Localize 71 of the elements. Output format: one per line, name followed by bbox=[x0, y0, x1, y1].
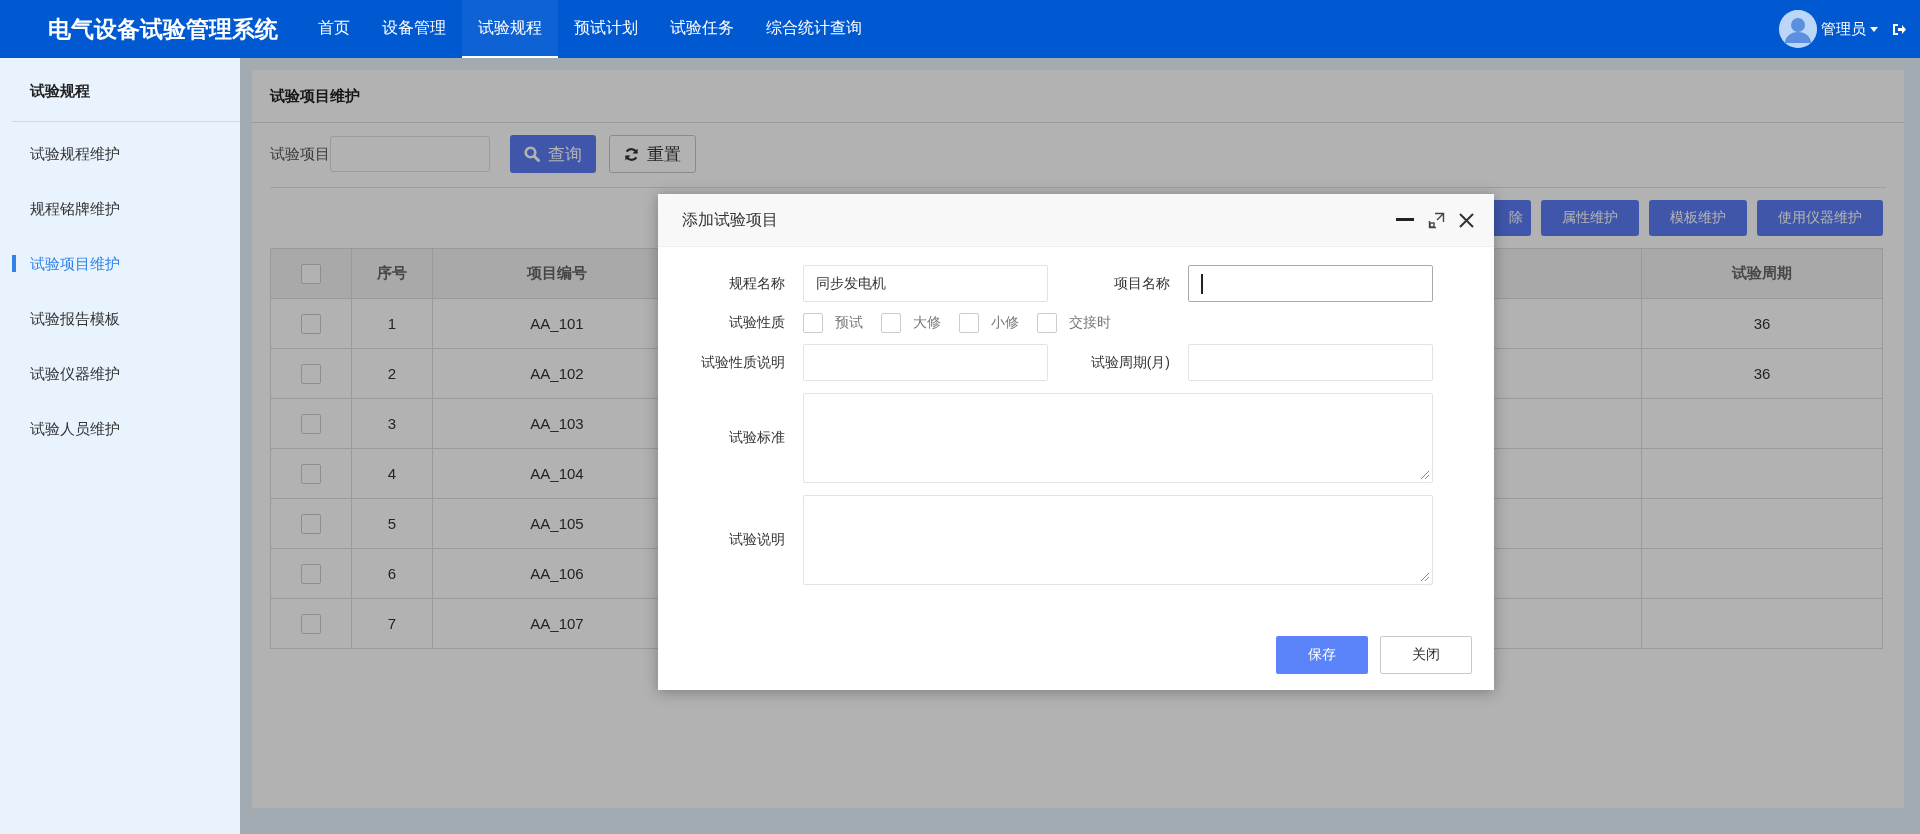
checkbox[interactable] bbox=[301, 563, 321, 584]
table-cell: 1 bbox=[351, 298, 433, 349]
nav-tab[interactable]: 试验规程 bbox=[462, 0, 558, 58]
refresh-icon bbox=[624, 146, 639, 162]
panel-title: 试验项目维护 bbox=[252, 70, 1904, 123]
sidebar-item[interactable]: 规程铭牌维护 bbox=[12, 181, 240, 236]
filter-label: 试验项目 bbox=[270, 144, 330, 164]
resize-grip-icon[interactable] bbox=[1420, 572, 1430, 582]
sidebar-item[interactable]: 试验项目维护 bbox=[12, 236, 240, 291]
checkbox[interactable] bbox=[1037, 313, 1057, 333]
field-label: 规程名称 bbox=[728, 274, 785, 293]
nav-tab[interactable]: 预试计划 bbox=[558, 0, 654, 58]
checkbox[interactable] bbox=[959, 313, 979, 333]
logout-icon[interactable] bbox=[1892, 22, 1906, 36]
input-field[interactable]: 同步发电机 bbox=[803, 265, 1048, 302]
checkbox[interactable] bbox=[301, 363, 321, 384]
checkbox-label[interactable]: 交接时 bbox=[1069, 314, 1111, 332]
checkbox[interactable] bbox=[301, 513, 321, 534]
nav-tab[interactable]: 设备管理 bbox=[366, 0, 462, 58]
column-header: 试验周期 bbox=[1641, 248, 1883, 299]
action-button[interactable]: 属性维护 bbox=[1541, 200, 1639, 236]
search-field[interactable] bbox=[330, 136, 490, 172]
table-cell: 4 bbox=[351, 448, 433, 499]
field-label: 项目名称 bbox=[1113, 274, 1170, 293]
sidebar-item[interactable]: 试验人员维护 bbox=[12, 401, 240, 456]
caret-icon[interactable] bbox=[1870, 26, 1878, 32]
sidebar-item[interactable]: 试验报告模板 bbox=[12, 291, 240, 346]
resize-grip-icon[interactable] bbox=[1420, 470, 1430, 480]
checkbox-label[interactable]: 小修 bbox=[991, 314, 1019, 332]
search-icon bbox=[524, 146, 540, 162]
sidebar-item[interactable]: 试验规程维护 bbox=[12, 126, 240, 181]
table-cell: 7 bbox=[351, 598, 433, 649]
nav-tab[interactable]: 试验任务 bbox=[654, 0, 750, 58]
table-cell: 3 bbox=[351, 398, 433, 449]
field-label: 试验周期(月) bbox=[1089, 353, 1170, 372]
checkbox[interactable] bbox=[803, 313, 823, 333]
checkbox[interactable] bbox=[301, 263, 321, 284]
field-label: 试验性质 bbox=[728, 314, 785, 332]
action-button[interactable]: 模板维护 bbox=[1649, 200, 1747, 236]
table-cell: 2 bbox=[351, 348, 433, 399]
column-header: 序号 bbox=[351, 248, 433, 299]
checkbox[interactable] bbox=[301, 463, 321, 484]
save-button[interactable]: 保存 bbox=[1276, 636, 1368, 674]
field-label: 试验性质说明 bbox=[700, 353, 785, 372]
avatar-icon[interactable] bbox=[1779, 10, 1817, 48]
checkbox-label[interactable]: 预试 bbox=[835, 314, 863, 332]
nav-tab[interactable]: 首页 bbox=[302, 0, 366, 58]
reset-button[interactable]: 重置 bbox=[609, 135, 696, 173]
input-field[interactable] bbox=[1188, 265, 1433, 302]
checkbox[interactable] bbox=[301, 313, 321, 334]
maximize-icon[interactable] bbox=[1428, 211, 1445, 229]
dialog-title: 添加试验项目 bbox=[682, 209, 779, 230]
close-icon[interactable] bbox=[1459, 212, 1474, 228]
search-button[interactable]: 查询 bbox=[510, 135, 596, 173]
table-cell: 5 bbox=[351, 498, 433, 549]
table-cell: 36 bbox=[1641, 298, 1883, 349]
table-cell: 36 bbox=[1641, 348, 1883, 399]
action-button[interactable]: 使用仪器维护 bbox=[1757, 200, 1883, 236]
app-title: 电气设备试验管理系统 bbox=[48, 14, 278, 44]
user-name[interactable]: 管理员 bbox=[1821, 19, 1866, 39]
field-label: 试验说明 bbox=[728, 531, 785, 549]
minimize-icon[interactable] bbox=[1396, 218, 1414, 222]
sidebar-item[interactable]: 试验仪器维护 bbox=[12, 346, 240, 401]
field-label: 试验标准 bbox=[728, 429, 785, 447]
checkbox[interactable] bbox=[301, 613, 321, 634]
checkbox-label[interactable]: 大修 bbox=[913, 314, 941, 332]
nav-tab[interactable]: 综合统计查询 bbox=[750, 0, 878, 58]
close-button[interactable]: 关闭 bbox=[1380, 636, 1472, 674]
table-cell: 6 bbox=[351, 548, 433, 599]
checkbox[interactable] bbox=[881, 313, 901, 333]
checkbox[interactable] bbox=[301, 413, 321, 434]
